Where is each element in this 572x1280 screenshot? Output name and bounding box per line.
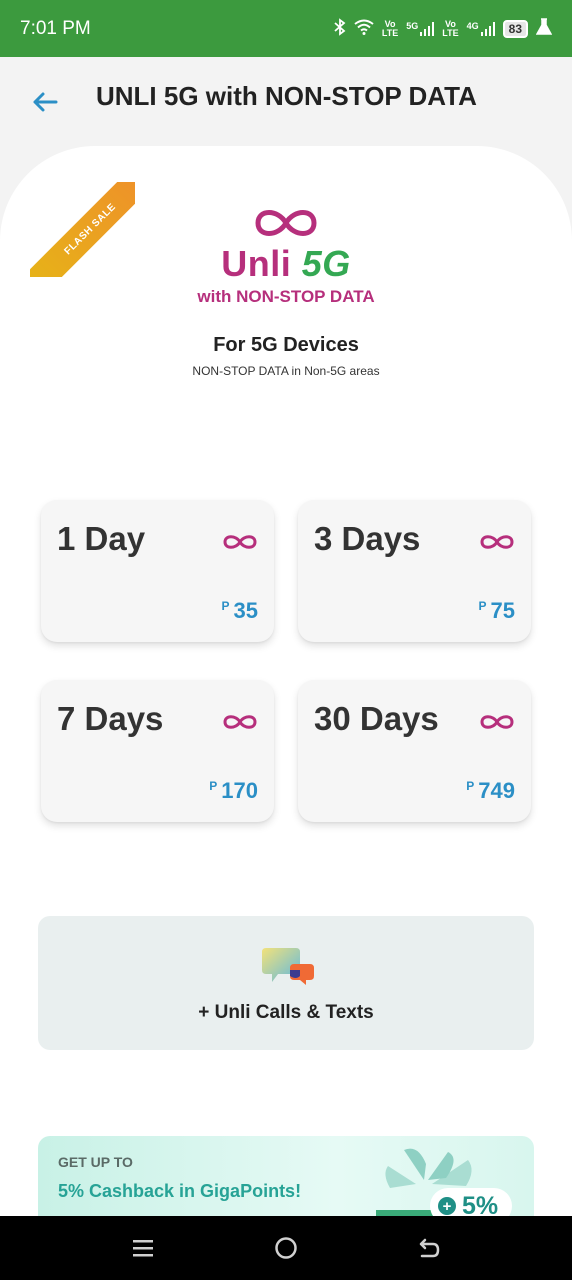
plan-name: 3 Days (314, 520, 421, 557)
battery-icon: 83 (502, 19, 528, 38)
recents-button[interactable] (127, 1232, 159, 1264)
signal-icon: 5G (406, 21, 435, 36)
wifi-icon (354, 19, 374, 38)
plan-name: 7 Days (57, 700, 164, 737)
infinity-logo-icon (255, 210, 317, 236)
cashback-kicker: GET UP TO (58, 1154, 133, 1170)
plan-card-7-days[interactable]: 7 Days P 170 (41, 680, 274, 822)
plus-icon: + (438, 1197, 456, 1215)
cashback-banner[interactable]: GET UP TO 5% Cashback in GigaPoints! + 5… (38, 1136, 534, 1216)
app-header: UNLI 5G with NON-STOP DATA (0, 57, 572, 147)
back-nav-button[interactable] (413, 1232, 445, 1264)
plan-price: P 75 (478, 598, 516, 623)
flask-icon (535, 18, 553, 39)
infinity-icon (480, 535, 514, 549)
devices-subtitle: NON-STOP DATA in Non-5G areas (192, 364, 380, 378)
devices-title: For 5G Devices (213, 334, 359, 356)
plan-price: P 35 (221, 598, 259, 623)
unli-calls-texts-box: + Unli Calls & Texts (38, 916, 534, 1050)
plan-card-30-days[interactable]: 30 Days P 749 (298, 680, 531, 822)
chat-bubbles-icon (262, 948, 314, 985)
infinity-icon (480, 715, 514, 729)
calls-texts-label: + Unli Calls & Texts (198, 1002, 374, 1023)
volte-indicator-2: Vo LTE (442, 18, 459, 38)
plan-name: 1 Day (57, 520, 146, 557)
plan-name: 30 Days (314, 700, 439, 737)
cashback-percent-badge: + 5% (430, 1188, 513, 1217)
page-title: UNLI 5G with NON-STOP DATA (96, 81, 477, 111)
logo-title: Unli 5G (221, 243, 351, 284)
cashback-title: 5% Cashback in GigaPoints! (58, 1181, 302, 1201)
plan-card-1-day[interactable]: 1 Day P 35 (41, 500, 274, 642)
home-button[interactable] (270, 1232, 302, 1264)
cashback-percent: 5% (462, 1191, 499, 1217)
status-bar: 7:01 PM Vo LTE 5G Vo LTE 4G 83 (0, 0, 572, 57)
bluetooth-icon (334, 18, 346, 39)
plan-price: P 749 (466, 778, 515, 803)
infinity-icon (223, 715, 257, 729)
system-nav-bar (0, 1216, 572, 1280)
unli-5g-logo: Unli 5G with NON-STOP DATA (0, 205, 572, 306)
status-time: 7:01 PM (20, 17, 91, 39)
volte-indicator: Vo LTE (381, 18, 399, 38)
back-nav-icon (419, 1238, 440, 1258)
logo-subtitle: with NON-STOP DATA (197, 287, 375, 306)
home-circle-icon (275, 1237, 297, 1259)
back-arrow-icon (33, 92, 58, 112)
back-button[interactable] (30, 87, 60, 117)
menu-icon (133, 1240, 153, 1257)
plan-price: P 170 (209, 778, 258, 803)
plan-card-3-days[interactable]: 3 Days P 75 (298, 500, 531, 642)
status-icons: Vo LTE 5G Vo LTE 4G 83 (334, 18, 553, 39)
signal-icon-2: 4G (467, 21, 495, 36)
infinity-icon (223, 535, 257, 549)
